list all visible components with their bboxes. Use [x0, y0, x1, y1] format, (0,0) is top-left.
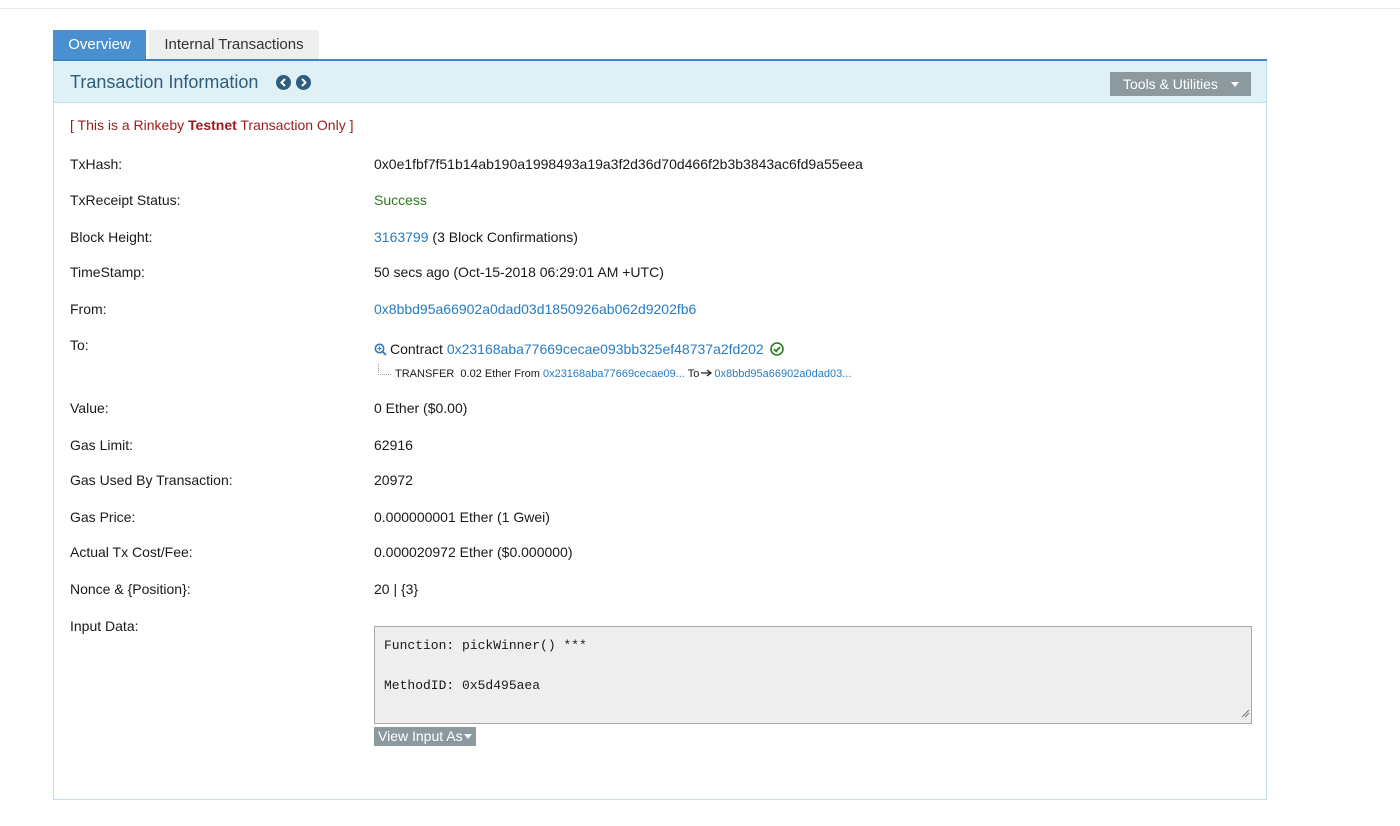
input-data-textarea[interactable]: Function: pickWinner() *** MethodID: 0x5… [374, 626, 1252, 724]
gas-used-value: 20972 [374, 472, 413, 488]
input-data-label: Input Data: [70, 618, 139, 634]
caret-down-icon [464, 734, 472, 739]
value-amount: 0 Ether ($0.00) [374, 400, 468, 416]
timestamp-label: TimeStamp: [70, 264, 145, 280]
timestamp-value: 50 secs ago (Oct-15-2018 06:29:01 AM +UT… [374, 264, 664, 280]
from-label: From: [70, 301, 107, 317]
panel-title: Transaction Information [70, 72, 259, 92]
transfer-type: TRANSFER [395, 368, 455, 380]
block-confirmations: (3 Block Confirmations) [428, 229, 578, 245]
tx-fee-label: Actual Tx Cost/Fee: [70, 544, 193, 560]
transfer-to-link[interactable]: 0x8bbd95a66902a0dad03... [714, 368, 851, 380]
gas-used-label: Gas Used By Transaction: [70, 472, 233, 488]
gas-limit-label: Gas Limit: [70, 437, 134, 453]
next-transaction-icon[interactable] [296, 75, 311, 90]
to-contract-row: Contract 0x23168aba77669cecae093bb325ef4… [374, 341, 784, 359]
zoom-in-icon[interactable] [374, 343, 387, 359]
nonce-label: Nonce & {Position}: [70, 581, 191, 597]
gas-price-value: 0.000000001 Ether (1 Gwei) [374, 509, 550, 525]
transaction-panel: Transaction Information Tools & Utilitie… [53, 61, 1267, 800]
to-label: To: [70, 337, 89, 353]
panel-header: Transaction Information Tools & Utilitie… [54, 61, 1266, 103]
transfer-amount: 0.02 Ether From [460, 368, 540, 380]
block-number-link[interactable]: 3163799 [374, 229, 429, 245]
testnet-notice: [ This is a Rinkeby Testnet Transaction … [70, 117, 354, 133]
arrow-right-icon [701, 368, 713, 380]
verified-check-icon [769, 342, 784, 359]
block-height-row: 3163799 (3 Block Confirmations) [374, 229, 578, 245]
tab-internal-transactions[interactable]: Internal Transactions [149, 30, 319, 60]
gas-price-label: Gas Price: [70, 509, 136, 525]
transfer-to-word: To [687, 368, 700, 380]
block-height-label: Block Height: [70, 229, 153, 245]
token-transfer-row: TRANSFER 0.02 Ether From 0x23168aba77669… [374, 364, 851, 380]
status-label: TxReceipt Status: [70, 192, 181, 208]
input-methodid-line: MethodID: 0x5d495aea [384, 678, 541, 693]
contract-text: Contract [390, 341, 447, 357]
tab-overview[interactable]: Overview [53, 30, 146, 60]
input-function-line: Function: pickWinner() *** [384, 638, 587, 653]
gas-limit-value: 62916 [374, 437, 413, 453]
nonce-value: 20 | {3} [374, 581, 419, 597]
tx-fee-value: 0.000020972 Ether ($0.000000) [374, 544, 573, 560]
caret-down-icon [1231, 82, 1239, 87]
tree-branch-icon [378, 364, 391, 375]
view-input-as-button[interactable]: View Input As [374, 727, 476, 746]
from-address-link[interactable]: 0x8bbd95a66902a0dad03d1850926ab062d9202f… [374, 301, 696, 317]
tools-utilities-label: Tools & Utilities [1123, 76, 1218, 92]
view-input-as-label: View Input As [378, 728, 463, 744]
status-value: Success [374, 192, 427, 208]
tools-utilities-button[interactable]: Tools & Utilities [1110, 72, 1251, 96]
contract-address-link[interactable]: 0x23168aba77669cecae093bb325ef48737a2fd2… [447, 341, 764, 357]
previous-transaction-icon[interactable] [276, 75, 291, 90]
txhash-label: TxHash: [70, 156, 123, 172]
top-divider [0, 8, 1400, 9]
resize-grip-icon[interactable] [1241, 707, 1250, 722]
txhash-value: 0x0e1fbf7f51b14ab190a1998493a19a3f2d36d7… [374, 156, 863, 172]
transfer-from-link[interactable]: 0x23168aba77669cecae09... [543, 368, 685, 380]
value-label: Value: [70, 400, 109, 416]
